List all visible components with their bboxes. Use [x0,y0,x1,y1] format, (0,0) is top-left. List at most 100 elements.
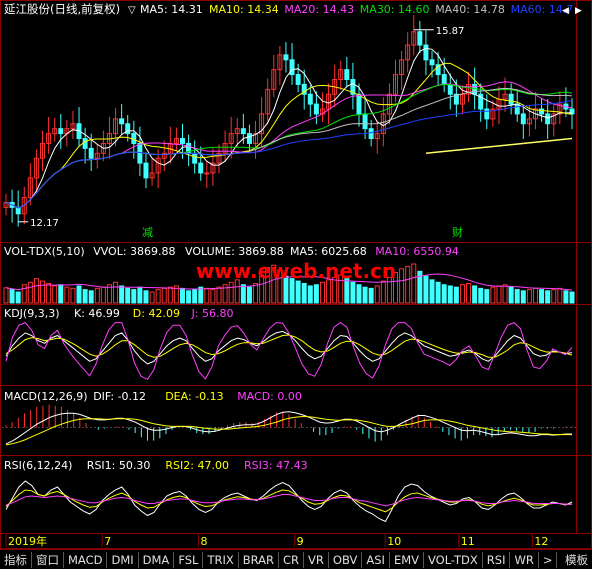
volume-bar [210,289,216,304]
volume-bar [399,268,405,304]
event-marker-left: 减 [142,226,153,239]
candle-body [344,69,350,80]
tab-trix[interactable]: TRIX [203,551,239,568]
tab-vr[interactable]: VR [304,551,329,568]
tab-more[interactable]: > [539,551,558,568]
line-rsi3 [5,494,572,507]
volume-bar [64,286,70,304]
legend-ma40: MA40: 14.78 [435,3,505,16]
legend-ma10: MA10: 6550.94 [375,245,459,258]
volume-bar [545,290,551,304]
volume-bar [125,287,131,304]
candle-body [484,108,490,120]
tab-窗口[interactable]: 窗口 [32,551,64,568]
volume-bar [9,289,15,304]
volume-bar [149,291,155,304]
scroll-right-icon[interactable]: ▶ [575,6,582,16]
candle-body [198,162,204,174]
volume-bar [3,287,9,304]
tab-rsi[interactable]: RSI [483,551,511,568]
volume-bar [319,281,325,304]
candle-body [204,172,210,175]
volume-bar [100,286,106,304]
volume-bar [478,287,484,304]
high-label: 15.87 [436,26,465,37]
legend-k: K: 46.99 [74,307,120,320]
volume-bar [198,286,204,304]
volume-bar [301,283,307,304]
volume-bar [313,284,319,304]
x-axis-label: 8 [200,535,207,548]
volume-bar [240,284,246,304]
candle-body [362,113,368,130]
volume-bar [58,284,64,304]
legend-rsi2: RSI2: 47.00 [165,459,229,472]
tab-cr[interactable]: CR [279,551,305,568]
volume-bar [295,280,301,304]
candle-body [192,152,198,164]
candle-body [447,83,453,95]
volume-bar [466,283,472,304]
scroll-left-icon[interactable]: ◀ [562,6,569,16]
volume-bar [113,281,119,304]
tab-brar[interactable]: BRAR [239,551,280,568]
volume-bar [362,286,368,304]
candle-body [58,128,64,135]
collapse-icon[interactable]: ▽ [128,5,136,16]
candle-body [508,93,514,105]
line-j [5,321,573,381]
line-rsi2 [5,489,572,513]
tab-obv[interactable]: OBV [329,551,363,568]
tab-macd[interactable]: MACD [64,551,108,568]
legend-macd: MACD: 0.00 [237,390,302,403]
candle-body [295,74,301,85]
candle-body [246,133,252,144]
volume-bar [563,290,569,304]
candle-body [143,162,149,179]
candle-body [137,142,143,164]
tab-模板[interactable]: 模板 [561,552,592,568]
tab-asi[interactable]: ASI [362,551,390,568]
volume-bar [368,287,374,304]
volume-bar [21,284,27,304]
tab-vol-tdx[interactable]: VOL-TDX [424,551,483,568]
panel-header: VOL-TDX(5,10) [4,245,85,258]
stock-chart: 延江股份(日线,前复权) ▽ MA5: 14.31 MA10: 14.34 MA20: … [0,0,592,549]
candle-body [289,59,295,76]
tab-wr[interactable]: WR [510,551,539,568]
candle-body [88,147,94,159]
tab-dma[interactable]: DMA [139,551,175,568]
volume-bar [496,285,502,304]
legend-dea: DEA: -0.13 [165,390,223,403]
line-d [5,334,573,358]
tab-emv[interactable]: EMV [390,551,424,568]
volume-bar [216,286,222,304]
tab-dmi[interactable]: DMI [107,551,139,568]
x-axis-label: 2019年 [8,534,47,548]
volume-bar [557,287,563,304]
event-marker-right: 财 [452,225,463,239]
volume-bar [33,278,39,304]
volume-bar [167,286,173,304]
candle-body [423,44,429,61]
tab-fsl[interactable]: FSL [174,551,204,568]
panel-header: MACD(12,26,9) [4,390,88,403]
volume-bar [569,291,575,304]
candle-body [368,128,374,140]
volume-bar [46,283,52,304]
volume-bar [520,290,526,304]
volume-bar [15,291,21,304]
volume-bar [204,287,210,304]
volume-bar [429,279,435,304]
volume-bar [179,287,185,304]
x-axis-label: 12 [534,535,548,548]
volume-bar [40,280,46,304]
legend-volume: VOLUME: 3869.88 [185,245,284,258]
volume-bar [52,285,58,304]
legend-d: D: 42.09 [133,307,180,320]
candle-body [82,138,88,149]
tab-指标[interactable]: 指标 [0,551,32,568]
volume-bar [447,285,453,304]
candle-body [514,103,520,115]
volume-bar [490,286,496,304]
